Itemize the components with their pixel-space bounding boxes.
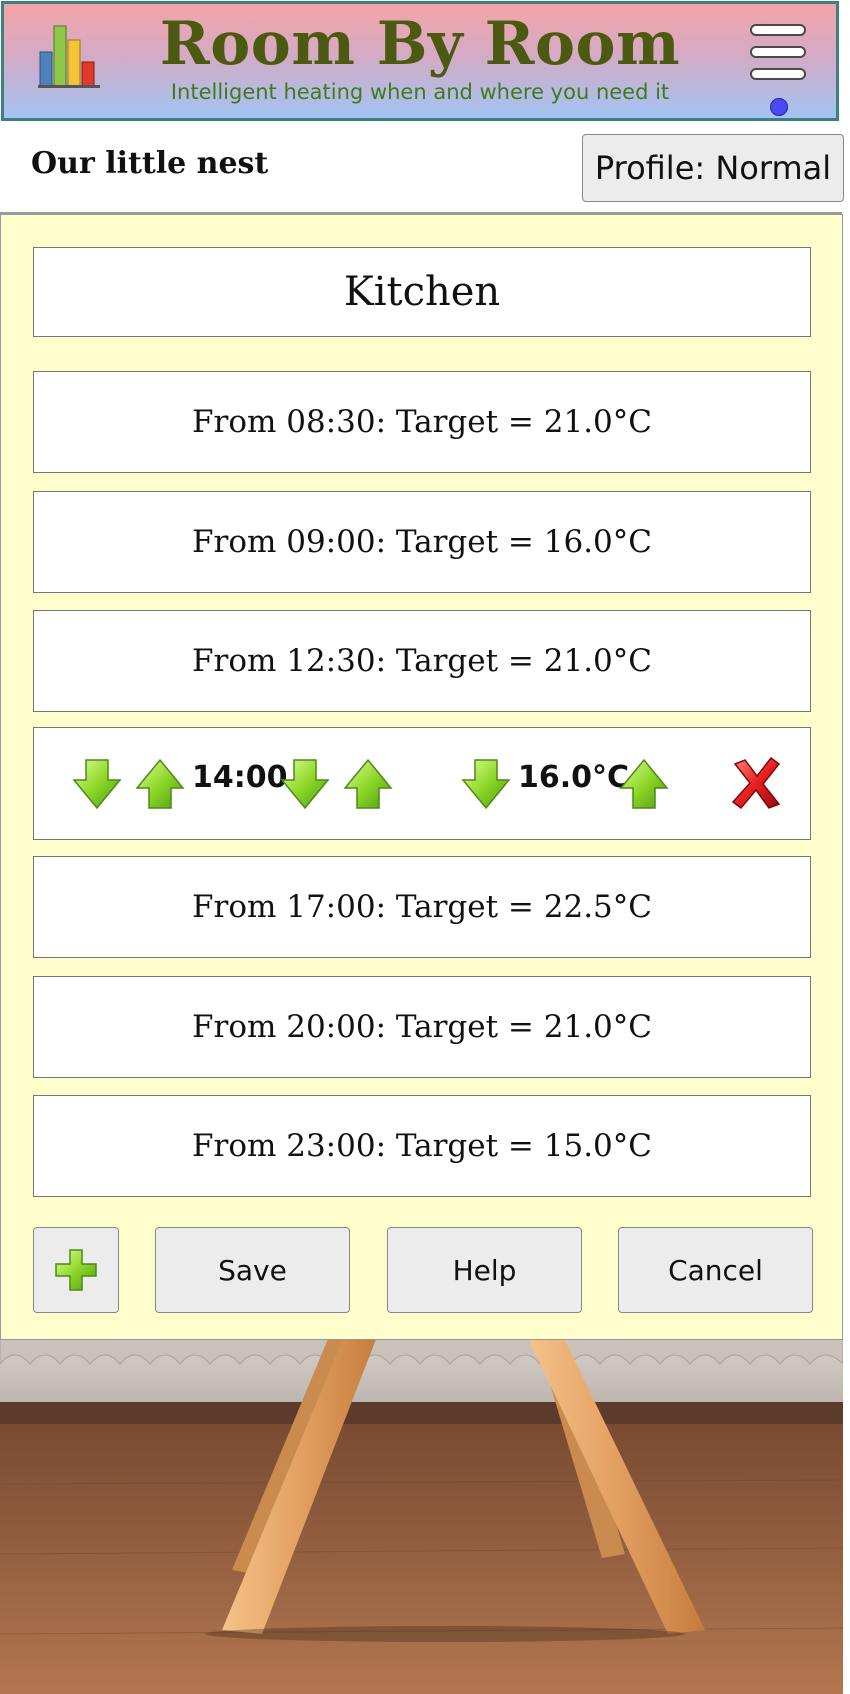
hamburger-menu-icon[interactable] <box>748 22 812 86</box>
time-increase-hours-arrow-up-icon[interactable] <box>135 758 185 810</box>
app-title: Room By Room <box>159 9 681 79</box>
schedule-row[interactable]: From 20:00: Target = 21.0°C <box>33 976 811 1078</box>
schedule-edit-row: 14:00 16.0°C <box>33 727 811 840</box>
edit-temperature-value: 16.0°C <box>518 760 630 795</box>
schedule-row[interactable]: From 08:30: Target = 21.0°C <box>33 371 811 473</box>
temperature-decrease-arrow-down-icon[interactable] <box>461 758 511 810</box>
time-increase-minutes-arrow-up-icon[interactable] <box>343 758 393 810</box>
menu-bar <box>750 68 806 80</box>
house-name: Our little nest <box>31 146 269 181</box>
temperature-increase-arrow-up-icon[interactable] <box>619 758 669 810</box>
profile-button[interactable]: Profile: Normal <box>582 134 844 202</box>
edit-time-value: 14:00 <box>192 760 288 795</box>
time-decrease-minutes-arrow-down-icon[interactable] <box>280 758 330 810</box>
schedule-panel: Kitchen From 08:30: Target = 21.0°C From… <box>0 214 843 1340</box>
background-photo <box>0 1334 843 1694</box>
cancel-button[interactable]: Cancel <box>618 1227 813 1313</box>
time-decrease-hours-arrow-down-icon[interactable] <box>72 758 122 810</box>
app-subtitle: Intelligent heating when and where you n… <box>170 80 670 104</box>
status-dot-icon <box>770 98 788 116</box>
save-button[interactable]: Save <box>155 1227 350 1313</box>
app-header: Room By Room Intelligent heating when an… <box>1 1 839 121</box>
help-button[interactable]: Help <box>387 1227 582 1313</box>
schedule-row[interactable]: From 12:30: Target = 21.0°C <box>33 610 811 712</box>
schedule-row[interactable]: From 23:00: Target = 15.0°C <box>33 1095 811 1197</box>
menu-bar <box>750 46 806 58</box>
plus-icon <box>55 1249 97 1291</box>
delete-x-icon[interactable] <box>729 756 783 810</box>
menu-bar <box>750 24 806 36</box>
schedule-row[interactable]: From 17:00: Target = 22.5°C <box>33 856 811 958</box>
add-schedule-button[interactable] <box>33 1227 119 1313</box>
schedule-row[interactable]: From 09:00: Target = 16.0°C <box>33 491 811 593</box>
room-name: Kitchen <box>33 247 811 337</box>
